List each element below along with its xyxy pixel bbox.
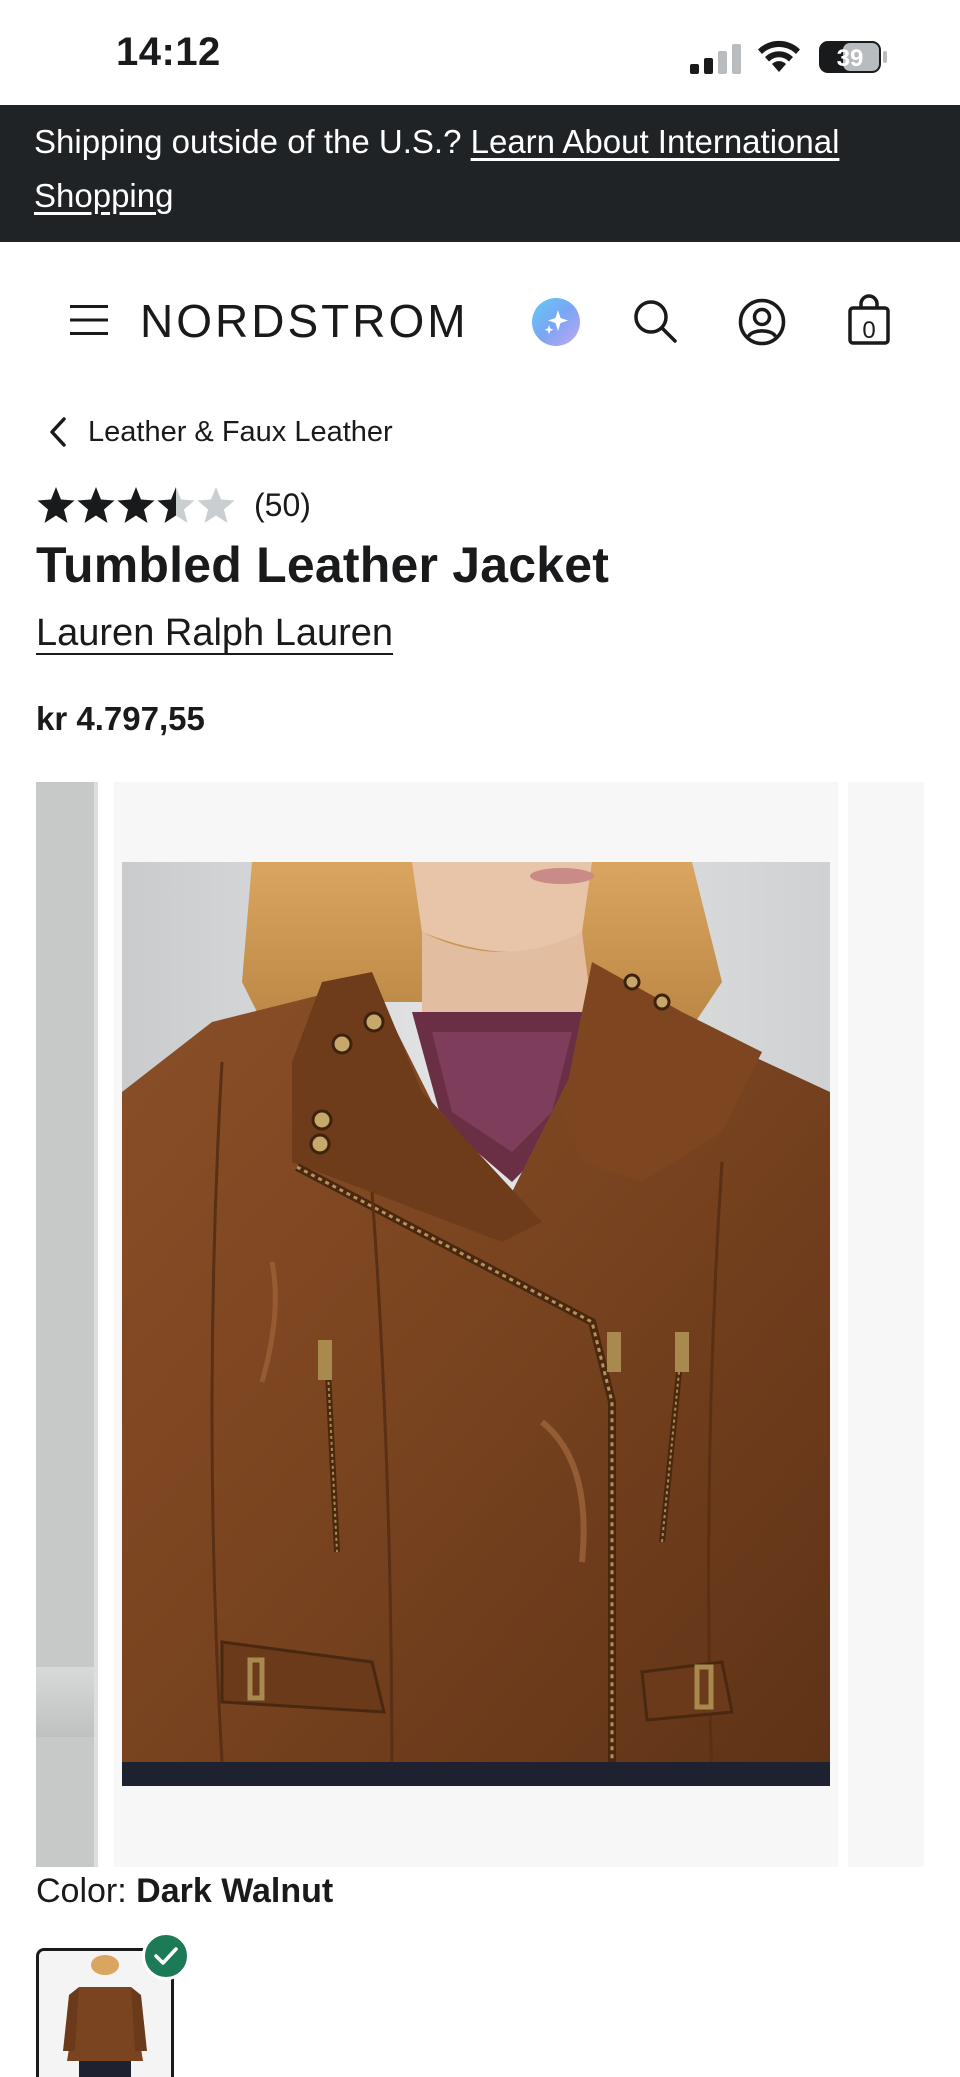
product-price: kr 4.797,55	[36, 700, 205, 737]
bag-count: 0	[862, 317, 875, 344]
star-icon	[157, 487, 195, 523]
previous-image-slide[interactable]	[36, 782, 98, 1867]
breadcrumb-label: Leather & Faux Leather	[88, 415, 393, 448]
status-time: 14:12	[116, 30, 221, 74]
next-image-slide[interactable]	[848, 782, 924, 1867]
leather-jacket-photo	[122, 862, 830, 1786]
product-image-carousel[interactable]	[0, 782, 960, 1867]
selected-check-icon[interactable]	[142, 1932, 190, 1980]
color-label: Color: Dark Walnut	[36, 1872, 333, 1911]
wifi-icon	[758, 40, 800, 72]
product-rating[interactable]: (50)	[36, 482, 311, 528]
ai-assistant-icon[interactable]	[532, 298, 580, 346]
star-icon	[197, 487, 235, 523]
nordstrom-logo[interactable]: NORDSTROM	[140, 294, 469, 348]
star-icon	[77, 487, 115, 523]
status-bar: 14:12 39	[0, 0, 960, 105]
site-header: NORDSTROM 0	[0, 242, 960, 404]
shopping-bag-icon[interactable]: 0	[846, 294, 892, 346]
breadcrumb[interactable]: Leather & Faux Leather	[46, 410, 393, 454]
battery-level: 39	[837, 45, 864, 72]
cellular-signal-icon	[690, 44, 741, 74]
chevron-left-icon	[50, 417, 66, 447]
review-count: (50)	[254, 486, 311, 523]
brand-link[interactable]: Lauren Ralph Lauren	[36, 612, 393, 655]
color-value: Dark Walnut	[136, 1872, 334, 1910]
main-product-image-slide[interactable]	[114, 782, 838, 1867]
account-icon[interactable]	[738, 298, 786, 346]
star-icon	[117, 487, 155, 523]
battery-icon: 39	[819, 41, 887, 73]
product-title: Tumbled Leather Jacket	[36, 537, 610, 593]
star-icon	[37, 487, 75, 523]
color-label-prefix: Color:	[36, 1872, 137, 1910]
international-shipping-banner: Shipping outside of the U.S.? Learn Abou…	[0, 105, 960, 242]
banner-text: Shipping outside of the U.S.?	[34, 123, 471, 160]
search-icon[interactable]	[632, 298, 678, 344]
menu-icon[interactable]	[70, 302, 110, 338]
